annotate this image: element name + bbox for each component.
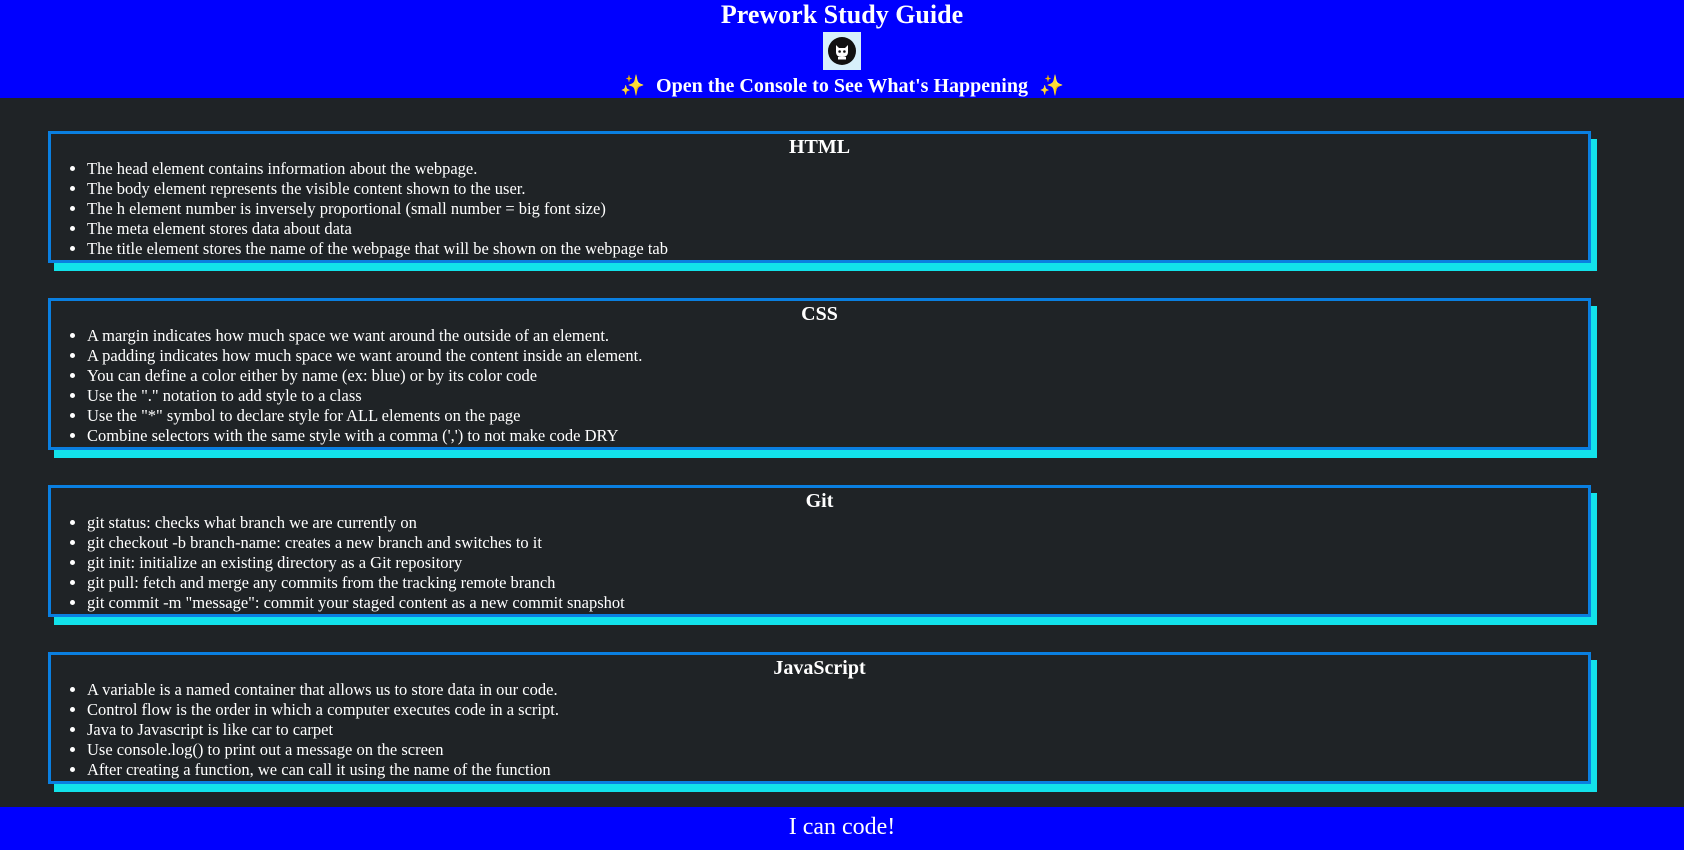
list-item: The head element contains information ab… xyxy=(87,159,1578,179)
sparkle-icon: ✨ xyxy=(620,73,646,97)
topic-list: A variable is a named container that all… xyxy=(61,680,1578,780)
list-item: A padding indicates how much space we wa… xyxy=(87,346,1578,366)
list-item: The body element represents the visible … xyxy=(87,179,1578,199)
list-item: Use the "*" symbol to declare style for … xyxy=(87,406,1578,426)
list-item: A variable is a named container that all… xyxy=(87,680,1578,700)
console-hint-text: Open the Console to See What's Happening xyxy=(656,75,1028,97)
list-item: The meta element stores data about data xyxy=(87,219,1578,239)
section-javascript: JavaScript A variable is a named contain… xyxy=(48,652,1591,784)
list-item: git status: checks what branch we are cu… xyxy=(87,513,1578,533)
section-title: Git xyxy=(805,490,834,512)
sparkle-icon: ✨ xyxy=(1038,73,1064,97)
list-item: Java to Javascript is like car to carpet xyxy=(87,720,1578,740)
list-item: git commit -m "message": commit your sta… xyxy=(87,593,1578,613)
list-item: git pull: fetch and merge any commits fr… xyxy=(87,573,1578,593)
github-octocat-icon xyxy=(823,32,861,70)
list-item: The title element stores the name of the… xyxy=(87,239,1578,259)
list-item: Use console.log() to print out a message… xyxy=(87,740,1578,760)
page-title: Prework Study Guide xyxy=(720,0,964,29)
console-hint: ✨ Open the Console to See What's Happeni… xyxy=(0,73,1684,98)
list-item: Control flow is the order in which a com… xyxy=(87,700,1578,720)
list-item: You can define a color either by name (e… xyxy=(87,366,1578,386)
list-item: After creating a function, we can call i… xyxy=(87,760,1578,780)
footer-text: I can code! xyxy=(788,814,896,840)
list-item: A margin indicates how much space we wan… xyxy=(87,326,1578,346)
section-title: CSS xyxy=(801,303,838,325)
list-item: Use the "." notation to add style to a c… xyxy=(87,386,1578,406)
list-item: git checkout -b branch-name: creates a n… xyxy=(87,533,1578,553)
section-title: JavaScript xyxy=(773,657,866,679)
page-footer: I can code! xyxy=(0,807,1684,850)
page-header: Prework Study Guide ✨ Open the Console t… xyxy=(0,0,1684,98)
topic-list: The head element contains information ab… xyxy=(61,159,1578,259)
section-git: Git git status: checks what branch we ar… xyxy=(48,485,1591,617)
topic-list: A margin indicates how much space we wan… xyxy=(61,326,1578,446)
section-title: HTML xyxy=(788,136,851,158)
section-html: HTML The head element contains informati… xyxy=(48,131,1591,263)
list-item: The h element number is inversely propor… xyxy=(87,199,1578,219)
list-item: Combine selectors with the same style wi… xyxy=(87,426,1578,446)
list-item: git init: initialize an existing directo… xyxy=(87,553,1578,573)
study-guide-main: HTML The head element contains informati… xyxy=(0,98,1684,807)
section-css: CSS A margin indicates how much space we… xyxy=(48,298,1591,450)
topic-list: git status: checks what branch we are cu… xyxy=(61,513,1578,613)
